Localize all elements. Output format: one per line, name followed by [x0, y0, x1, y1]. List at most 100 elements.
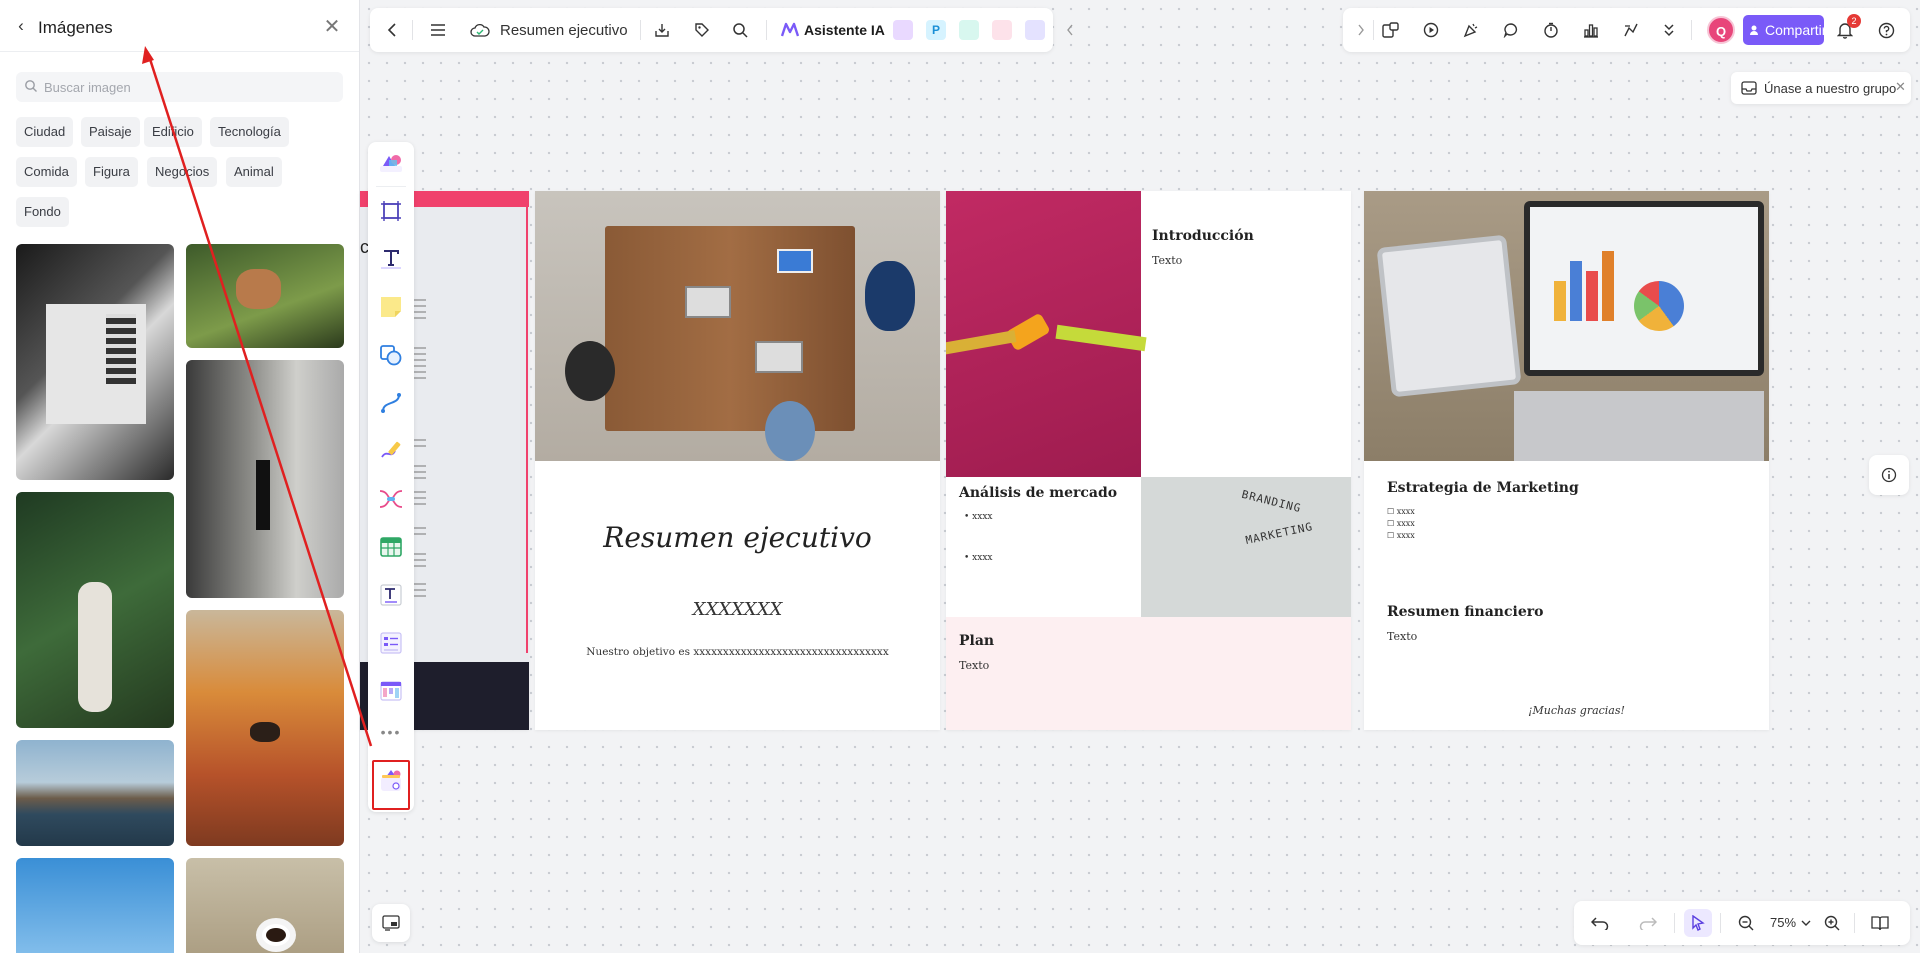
document-title[interactable]: Resumen ejecutivo	[500, 22, 628, 39]
templates-icon[interactable]	[1379, 18, 1403, 42]
separator	[1373, 20, 1374, 40]
mindmap-icon[interactable]	[376, 484, 406, 514]
chevron-left-icon[interactable]	[1058, 18, 1082, 42]
category-chip-fondo[interactable]: Fondo	[16, 197, 69, 227]
separator	[412, 20, 413, 40]
slide-market[interactable]: Introducción Texto Análisis de mercado •…	[946, 191, 1351, 730]
meeting-photo	[535, 191, 940, 461]
separator	[1691, 20, 1692, 40]
tag-icon[interactable]	[690, 18, 714, 42]
chevron-down-icon[interactable]	[1800, 911, 1812, 935]
category-chip-figura[interactable]: Figura	[85, 157, 138, 187]
bullet-item: • xxxx	[964, 553, 993, 563]
play-icon[interactable]	[1419, 18, 1443, 42]
join-group-banner[interactable]: Únase a nuestro grupo ✕	[1731, 72, 1911, 104]
ai-assistant-icon[interactable]	[778, 18, 802, 42]
image-thumb-woman[interactable]	[16, 492, 174, 728]
select-cursor-icon[interactable]	[1684, 909, 1712, 937]
search-icon[interactable]	[728, 18, 752, 42]
connector-icon[interactable]	[376, 388, 406, 418]
intro-heading: Introducción	[1152, 228, 1254, 244]
ai-shapes-icon[interactable]	[376, 148, 406, 178]
celebrate-icon[interactable]	[1459, 18, 1483, 42]
download-icon[interactable]	[650, 18, 674, 42]
vote-icon[interactable]	[1579, 18, 1603, 42]
more-chevrons-icon[interactable]	[1657, 18, 1681, 42]
category-chip-paisaje[interactable]: Paisaje	[81, 117, 140, 147]
image-thumb-bear-field[interactable]	[186, 610, 344, 846]
intro-text: Texto	[1152, 254, 1183, 267]
mindmap-app-icon[interactable]	[992, 20, 1012, 40]
slide-cover[interactable]: Resumen ejecutivo XXXXXXX Nuestro objeti…	[535, 191, 940, 730]
category-chip-ciudad[interactable]: Ciudad	[16, 117, 74, 147]
checklist-item: ☐ xxxx	[1387, 531, 1415, 540]
back-icon[interactable]	[380, 18, 404, 42]
image-thumb-dog[interactable]	[186, 244, 344, 348]
close-icon[interactable]: ✕	[322, 17, 342, 37]
image-thumb-coast[interactable]	[16, 740, 174, 846]
zoom-level[interactable]: 75%	[1770, 915, 1796, 930]
inbox-icon	[1741, 81, 1757, 95]
list-icon[interactable]	[376, 628, 406, 658]
search-input[interactable]	[44, 72, 334, 102]
image-thumb-sky[interactable]	[16, 858, 174, 953]
cover-placeholder: XXXXXXX	[692, 599, 783, 620]
cloud-saved-icon	[468, 18, 492, 42]
separator	[376, 186, 406, 187]
frame-icon[interactable]	[376, 196, 406, 226]
cover-title: Resumen ejecutivo	[603, 521, 872, 554]
search-box[interactable]	[16, 72, 343, 102]
chevron-right-icon[interactable]	[1349, 18, 1373, 42]
timer-icon[interactable]	[1539, 18, 1563, 42]
user-avatar[interactable]: Q	[1707, 16, 1735, 44]
checklist-item: ☐ xxxx	[1387, 519, 1415, 528]
category-chip-comida[interactable]: Comida	[16, 157, 77, 187]
info-icon	[1881, 467, 1897, 483]
category-chip-edificio[interactable]: Edificio	[144, 117, 202, 147]
p-app-icon[interactable]: P	[926, 20, 946, 40]
separator	[640, 20, 641, 40]
ai-assistant-button[interactable]: Asistente IA	[804, 22, 885, 38]
cover-objective: Nuestro objetivo es xxxxxxxxxxxxxxxxxxxx…	[586, 646, 889, 658]
magenta-photo	[946, 191, 1147, 477]
category-chip-tecnologia[interactable]: Tecnología	[210, 117, 289, 147]
branding-text: BRANDING	[1240, 487, 1303, 516]
redo-icon[interactable]	[1636, 911, 1660, 935]
table-icon[interactable]	[376, 532, 406, 562]
zoom-in-icon[interactable]	[1820, 911, 1844, 935]
sticky-note-icon[interactable]	[376, 292, 406, 322]
laptop-photo	[1364, 191, 1769, 461]
menu-icon[interactable]	[426, 18, 450, 42]
text-tool-icon[interactable]	[376, 244, 406, 274]
filter-icon[interactable]	[1619, 18, 1643, 42]
text-block-icon[interactable]	[376, 580, 406, 610]
image-thumb-coffee[interactable]	[186, 858, 344, 953]
separator	[1854, 913, 1855, 933]
zoom-out-icon[interactable]	[1734, 911, 1758, 935]
kanban-icon[interactable]	[376, 676, 406, 706]
flow-app-icon[interactable]	[959, 20, 979, 40]
undo-icon[interactable]	[1588, 911, 1612, 935]
zoom-toolbar: 75%	[1574, 901, 1910, 945]
category-chip-animal[interactable]: Animal	[226, 157, 282, 187]
back-arrow-icon[interactable]: ‹	[12, 17, 30, 35]
help-icon[interactable]	[1874, 18, 1898, 42]
comment-icon[interactable]	[1499, 18, 1523, 42]
image-thumb-man-hallway[interactable]	[186, 360, 344, 598]
plan-section: Plan Texto	[946, 617, 1351, 730]
more-icon[interactable]: •••	[376, 724, 406, 740]
chat-app-icon[interactable]	[1025, 20, 1045, 40]
minimap-button[interactable]	[372, 904, 410, 942]
book-icon[interactable]	[1868, 911, 1892, 935]
category-chip-negocios[interactable]: Negocios	[147, 157, 218, 187]
thanks-text: ¡Muchas gracias!	[1528, 704, 1625, 717]
tool-rail: •••	[368, 142, 414, 812]
pen-icon[interactable]	[376, 436, 406, 466]
shapes-icon[interactable]	[376, 340, 406, 370]
image-app-icon[interactable]	[893, 20, 913, 40]
analysis-heading: Análisis de mercado	[959, 485, 1118, 501]
close-icon[interactable]: ✕	[1895, 79, 1906, 95]
image-thumb-building[interactable]	[16, 244, 174, 480]
info-button[interactable]	[1869, 455, 1909, 495]
slide-finance[interactable]: Estrategia de Marketing ☐ xxxx ☐ xxxx ☐ …	[1364, 191, 1769, 730]
